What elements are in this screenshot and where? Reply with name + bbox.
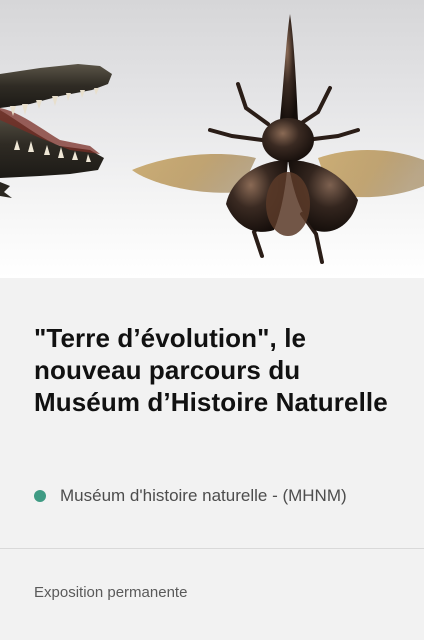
crocodile-specimen	[0, 64, 112, 198]
event-image[interactable]	[0, 0, 424, 278]
divider	[0, 548, 424, 549]
location-label: Muséum d'histoire naturelle - (MHNM)	[60, 486, 347, 505]
event-title[interactable]: "Terre d’évolution", le nouveau parcours…	[34, 322, 394, 418]
event-location: Muséum d'histoire naturelle - (MHNM)	[34, 486, 347, 506]
event-card[interactable]: "Terre d’évolution", le nouveau parcours…	[0, 0, 424, 640]
event-category: Exposition permanente	[34, 584, 188, 601]
beetle-specimen	[132, 14, 424, 264]
location-dot-icon	[34, 490, 46, 502]
